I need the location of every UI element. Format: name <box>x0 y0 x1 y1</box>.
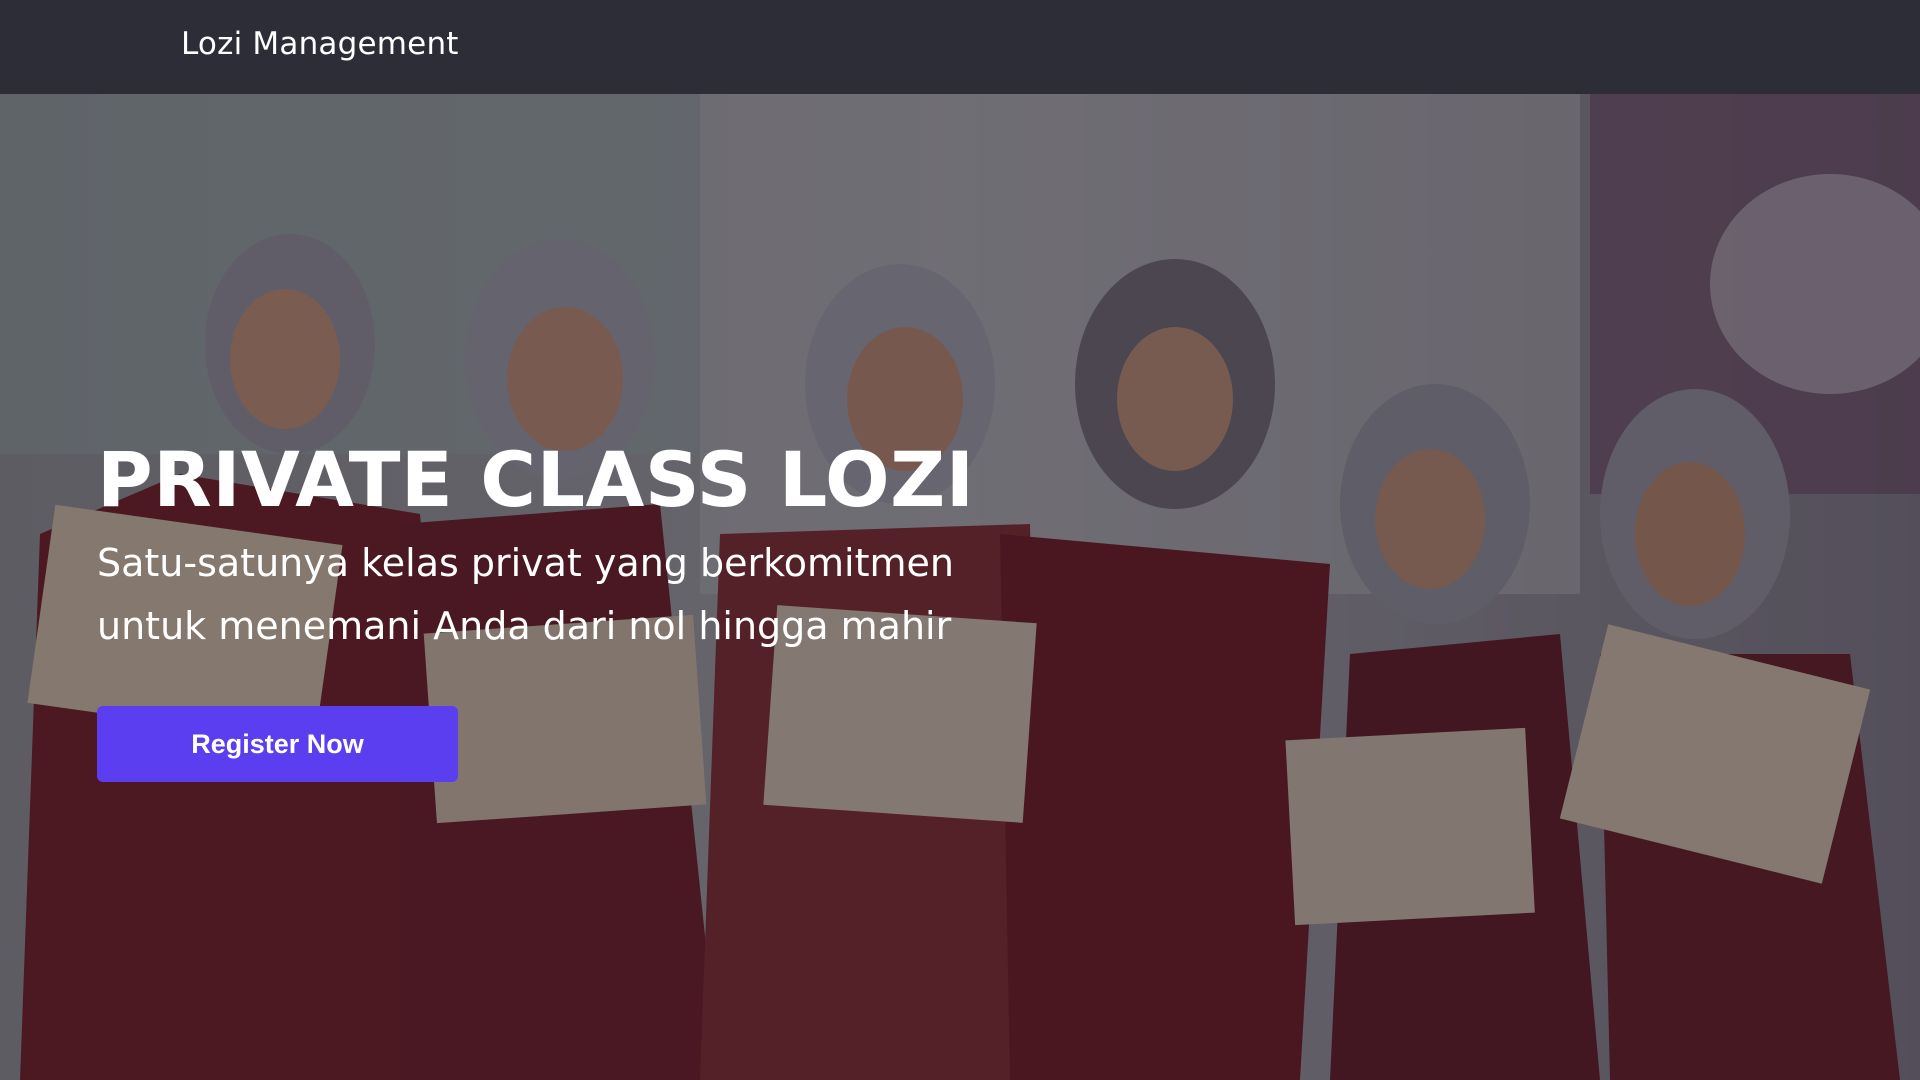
hero-title: PRIVATE CLASS LOZI <box>97 435 975 524</box>
brand-link[interactable]: Lozi Management <box>181 22 459 66</box>
hero-content: PRIVATE CLASS LOZI Satu-satunya kelas pr… <box>97 434 997 782</box>
register-now-button[interactable]: Register Now <box>97 706 458 782</box>
top-navbar: Lozi Management <box>0 0 1920 94</box>
hero-section: PRIVATE CLASS LOZI Satu-satunya kelas pr… <box>0 94 1920 1080</box>
hero-subtitle: Satu-satunya kelas privat yang berkomitm… <box>97 541 954 648</box>
